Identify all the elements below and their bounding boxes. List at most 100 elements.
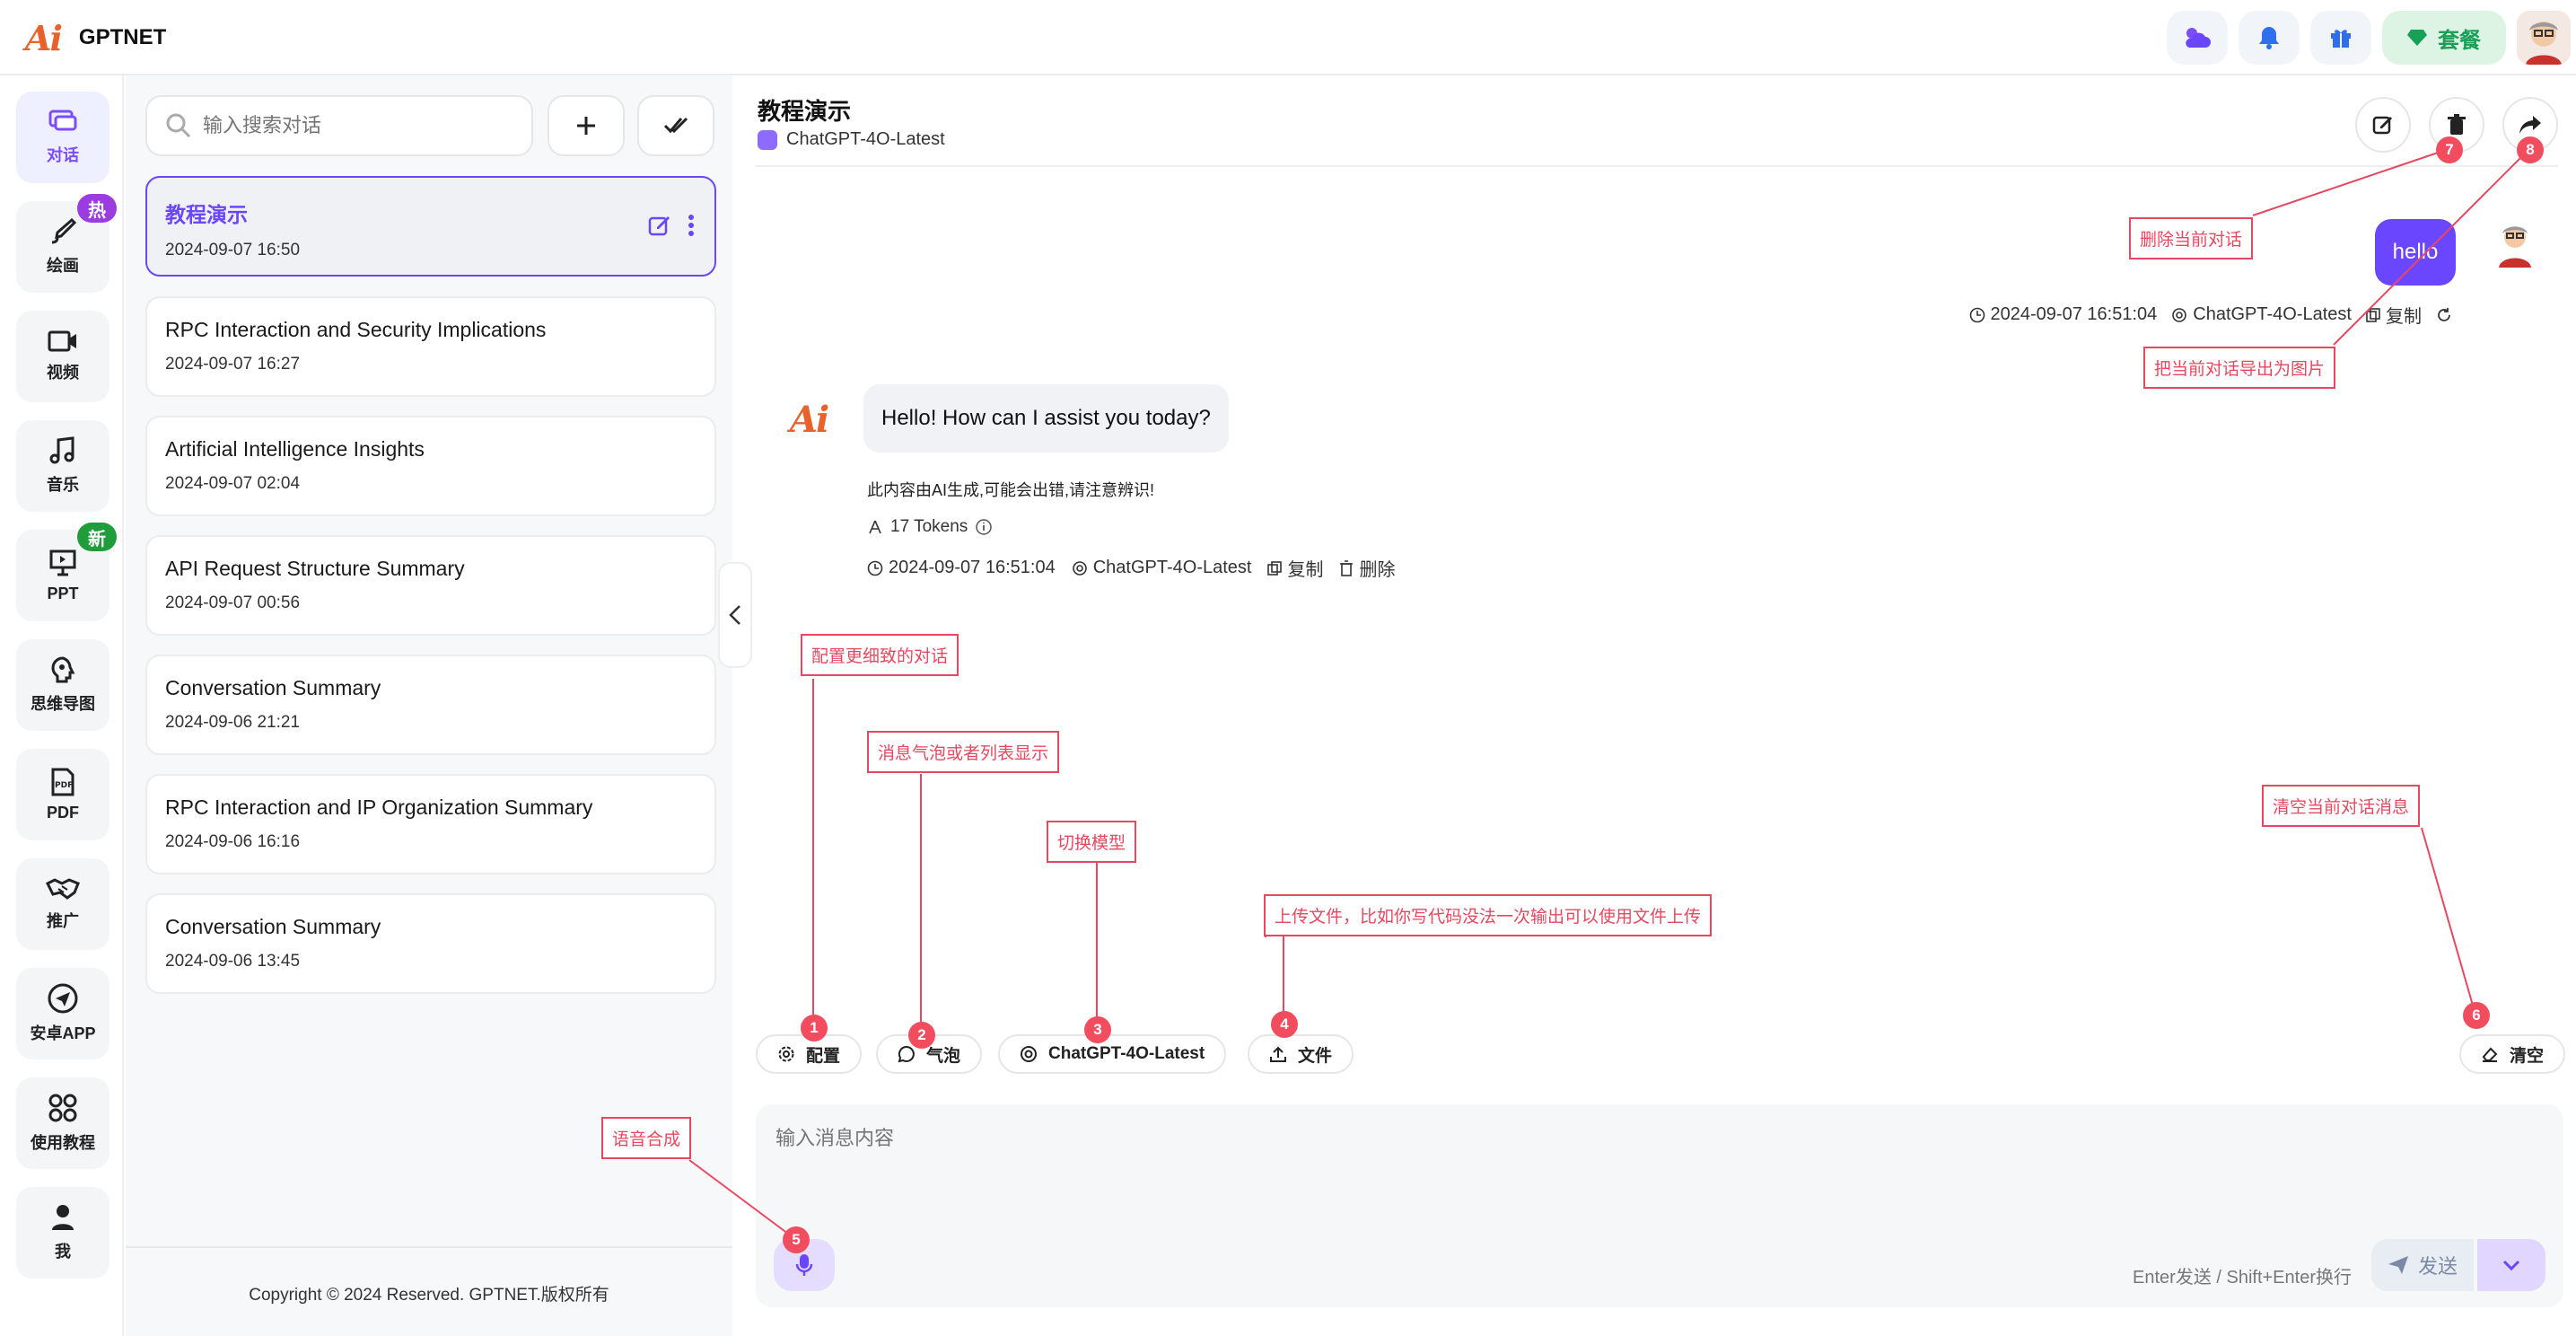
trash-icon: [2448, 114, 2466, 135]
model-icon: [758, 129, 777, 150]
left-nav: 对话 绘画 热 视频 音乐 PPT 新 思维导图 PDF PDF 推广 安卓AP…: [0, 75, 124, 1336]
ai-message-bubble: Hello! How can I assist you today?: [863, 384, 1229, 453]
more-vertical-icon[interactable]: [688, 214, 695, 237]
nav-item-chat[interactable]: 对话: [16, 92, 110, 183]
clock-icon: [1969, 307, 1985, 322]
regenerate-button[interactable]: [2436, 307, 2452, 323]
copy-button[interactable]: 复制: [2366, 302, 2422, 328]
conversation-item[interactable]: RPC Interaction and Security Implication…: [145, 296, 716, 397]
music-icon: [49, 436, 74, 464]
model-text: ChatGPT-4O-Latest: [2193, 304, 2352, 324]
upload-file-button[interactable]: 文件: [1248, 1034, 1354, 1074]
copy-label: 复制: [1287, 560, 1324, 580]
copy-button[interactable]: 复制: [1267, 555, 1323, 581]
search-box[interactable]: [145, 95, 533, 156]
chat-main: 教程演示 ChatGPT-4O-Latest hello 2024-09-07 …: [756, 75, 2576, 1336]
conversation-item[interactable]: Conversation Summary 2024-09-06 21:21: [145, 655, 716, 755]
notification-button[interactable]: [2239, 11, 2300, 65]
weather-theme-button[interactable]: [2167, 11, 2228, 65]
nav-item-video[interactable]: 视频: [16, 311, 110, 402]
file-label: 文件: [1298, 1046, 1333, 1066]
top-actions: 套餐: [2167, 9, 2576, 66]
model-switch-button[interactable]: ChatGPT-4O-Latest: [998, 1034, 1227, 1074]
user-message-bubble: hello: [2375, 219, 2456, 286]
copy-icon: [1267, 560, 1283, 576]
user-avatar[interactable]: [2517, 11, 2571, 65]
plus-icon: [577, 117, 595, 135]
package-button[interactable]: 套餐: [2382, 11, 2506, 65]
time-text: 2024-09-07 16:51:04: [889, 558, 1056, 577]
model-text: ChatGPT-4O-Latest: [1092, 558, 1252, 577]
nav-item-paint[interactable]: 绘画 热: [16, 194, 117, 293]
send-options-button[interactable]: [2477, 1239, 2545, 1291]
clock-icon: [867, 560, 883, 576]
svg-text:PDF: PDF: [55, 781, 73, 790]
delete-message-button[interactable]: 删除: [1339, 555, 1395, 581]
chevron-left-icon: [729, 605, 740, 625]
marker-8: 8: [2517, 136, 2544, 163]
avatar-face-icon: [2517, 11, 2571, 65]
conversation-item[interactable]: Conversation Summary 2024-09-06 13:45: [145, 893, 716, 994]
edit-icon[interactable]: [648, 214, 671, 237]
send-plane-icon: [48, 983, 78, 1014]
conversation-date: 2024-09-06 13:45: [165, 952, 301, 971]
chat-model: ChatGPT-4O-Latest: [758, 129, 945, 150]
grid-icon: [48, 1094, 77, 1122]
search-icon: [166, 113, 191, 138]
conversation-actions: [648, 214, 695, 237]
marker-2: 2: [908, 1022, 935, 1049]
header-divider: [756, 165, 2558, 167]
message-time: 2024-09-07 16:51:04: [1969, 304, 2157, 325]
chat-icon: [48, 110, 77, 131]
message-time: 2024-09-07 16:51:04: [867, 558, 1056, 578]
token-icon: [869, 520, 881, 534]
paint-brush-icon: [51, 217, 77, 244]
edit-title-button[interactable]: [2355, 97, 2411, 153]
nav-label: 推广: [47, 912, 79, 930]
select-chats-button[interactable]: [637, 95, 714, 156]
clear-label: 清空: [2510, 1046, 2545, 1066]
conversation-title: API Request Structure Summary: [165, 557, 465, 580]
clear-button[interactable]: 清空: [2459, 1034, 2566, 1074]
nav-label: 对话: [47, 146, 79, 164]
config-label: 配置: [806, 1046, 841, 1066]
search-input[interactable]: [203, 114, 508, 137]
annotation-clear: 清空当前对话消息: [2262, 785, 2421, 827]
chat-title: 教程演示: [758, 98, 852, 125]
send-label: 发送: [2417, 1255, 2458, 1278]
conversation-item-active[interactable]: 教程演示 2024-09-07 16:50: [145, 176, 716, 277]
nav-label: 绘画: [47, 257, 79, 275]
copy-icon: [2366, 307, 2380, 322]
conversation-item[interactable]: Artificial Intelligence Insights 2024-09…: [145, 416, 716, 516]
gift-button[interactable]: [2310, 11, 2371, 65]
marker-5: 5: [783, 1226, 810, 1253]
nav-item-promote[interactable]: 推广: [16, 858, 110, 950]
nav-item-mindmap[interactable]: 思维导图: [16, 639, 110, 731]
conversation-item[interactable]: API Request Structure Summary 2024-09-07…: [145, 535, 716, 636]
send-button[interactable]: 发送: [2371, 1239, 2474, 1291]
conversation-title: Artificial Intelligence Insights: [165, 437, 425, 461]
app-logo[interactable]: Ai GPTNET: [25, 18, 166, 58]
nav-item-android-app[interactable]: 安卓APP: [16, 968, 110, 1059]
nav-item-me[interactable]: 我: [16, 1187, 110, 1279]
nav-label: 使用教程: [31, 1134, 95, 1152]
conversation-title: RPC Interaction and IP Organization Summ…: [165, 795, 593, 819]
conversation-title: Conversation Summary: [165, 676, 381, 699]
conversation-item[interactable]: RPC Interaction and IP Organization Summ…: [145, 774, 716, 875]
model-logo-icon: [1021, 1046, 1037, 1062]
nav-item-music[interactable]: 音乐: [16, 420, 110, 512]
nav-label: 我: [55, 1243, 71, 1261]
refresh-icon: [2438, 307, 2450, 321]
nav-item-pdf[interactable]: PDF PDF: [16, 749, 110, 840]
collapse-sidebar-button[interactable]: [718, 562, 752, 668]
new-chat-button[interactable]: [548, 95, 625, 156]
marker-6: 6: [2463, 1002, 2490, 1029]
message-input[interactable]: [775, 1122, 2481, 1176]
message-model: ChatGPT-4O-Latest: [2171, 304, 2352, 325]
info-icon[interactable]: [975, 518, 993, 536]
conversation-title: Conversation Summary: [165, 915, 381, 938]
nav-item-ppt[interactable]: PPT 新: [16, 523, 117, 621]
handshake-icon: [46, 878, 80, 900]
annotation-config: 配置更细致的对话: [801, 634, 959, 676]
nav-item-tutorial[interactable]: 使用教程: [16, 1077, 110, 1169]
